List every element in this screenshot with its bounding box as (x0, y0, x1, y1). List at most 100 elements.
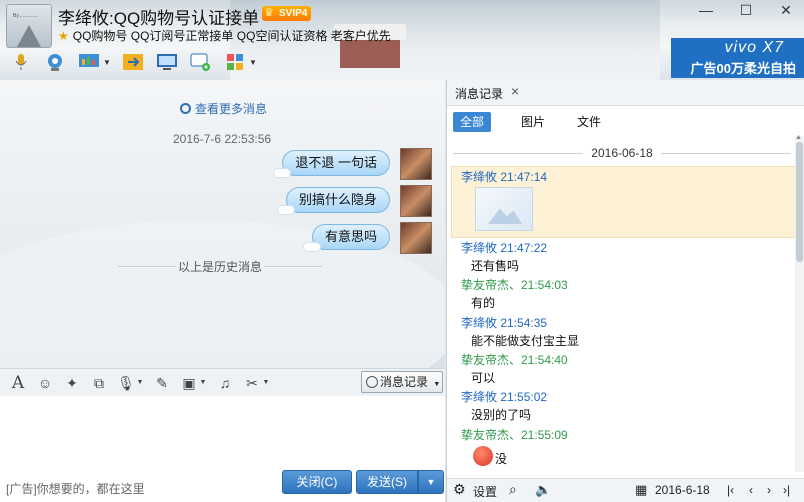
user-avatar[interactable] (400, 222, 432, 254)
user-avatar[interactable] (400, 148, 432, 180)
first-page-icon[interactable]: |‹ (727, 483, 734, 497)
file-transfer-icon[interactable] (120, 50, 146, 74)
chevron-down-icon: ▼ (433, 381, 441, 388)
avatar-caption: By.............. (13, 13, 38, 19)
gear-icon[interactable]: ⚙ (453, 481, 466, 498)
video-call-icon[interactable] (42, 50, 68, 74)
message-input[interactable]: [广告]你想要的，都在这里 关闭(C) 发送(S) ▼ (0, 396, 445, 502)
chevron-down-icon[interactable]: ▼ (262, 374, 270, 392)
history-date-divider: 2016-06-18 (447, 146, 797, 160)
contact-name[interactable]: 李绛攸:QQ购物号认证接单 (58, 4, 259, 29)
history-footer: ⚙ 设置 ⌕ 🔈 ▦ 2016-6-18 |‹ ‹ › ›| (447, 478, 804, 502)
history-message-text: 还有售吗 (471, 259, 520, 273)
call-toolbar: ▼ ▼ (0, 48, 258, 76)
apps-icon[interactable] (222, 50, 248, 74)
history-date-value[interactable]: 2016-6-18 (655, 483, 710, 497)
chevron-down-icon[interactable]: ▼ (136, 374, 144, 392)
contact-avatar[interactable]: By.............. (6, 4, 52, 48)
screenshot-icon[interactable]: ⧉ (90, 374, 108, 392)
close-icon[interactable]: × (511, 83, 519, 99)
clock-icon (366, 376, 378, 388)
message-record-button[interactable]: 消息记录 ▼ (361, 371, 443, 393)
emoji-icon[interactable]: ☺ (36, 374, 54, 392)
history-message-text: 能不能做支付宝主显 (471, 334, 580, 348)
view-more-label: 查看更多消息 (195, 102, 268, 116)
input-ad-text[interactable]: [广告]你想要的，都在这里 (6, 480, 145, 497)
crown-icon: ♛ (264, 7, 274, 19)
user-avatar[interactable] (400, 185, 432, 217)
message-record-label: 消息记录 (380, 375, 429, 389)
remote-desktop-icon[interactable] (154, 50, 180, 74)
speaker-icon[interactable]: 🔈 (535, 482, 551, 498)
music-icon[interactable]: ♫ (216, 374, 234, 392)
settings-link[interactable]: 设置 (473, 483, 497, 500)
send-button[interactable]: 发送(S) (356, 470, 418, 494)
calendar-icon[interactable]: ▦ (635, 482, 647, 498)
image-placeholder-icon[interactable] (475, 187, 533, 231)
chat-bubble[interactable]: 别搞什么隐身 (276, 187, 390, 215)
image-icon[interactable]: ▣ (180, 374, 198, 392)
history-tab-bar: 消息记录 × (447, 80, 804, 106)
screen-share-icon[interactable] (76, 50, 102, 74)
next-page-icon[interactable]: › (767, 483, 771, 497)
chevron-down-icon[interactable]: ▼ (199, 374, 207, 392)
voice-message-icon[interactable]: 🎙 (117, 374, 135, 392)
history-divider: 以上是历史消息 (110, 258, 330, 275)
svip-badge[interactable]: ♛ SVIP4 (262, 6, 312, 21)
history-sender: 李绛攸 21:47:22 (461, 241, 548, 255)
ad-banner[interactable]: vivo X7 广告00万柔光自拍 (671, 38, 804, 78)
search-icon[interactable]: ⌕ (509, 481, 517, 498)
chat-bubble-text: 退不退 一句话 (295, 155, 377, 170)
chevron-down-icon[interactable]: ▼ (102, 50, 112, 74)
microphone-icon[interactable] (8, 50, 34, 74)
contact-signature: ★ QQ购物号 QQ订阅号正常接单 QQ空间认证资格 老客户优先 (58, 27, 391, 44)
minimize-button[interactable]: — (690, 0, 722, 22)
maximize-button[interactable]: ☐ (730, 0, 762, 22)
angry-emoji-icon (473, 446, 493, 466)
bubble-decoration (273, 168, 292, 178)
window-header: By.............. 李绛攸:QQ购物号认证接单 ♛ SVIP4 ★… (0, 0, 804, 80)
ad-brand: vivo X7 (724, 39, 784, 56)
signature-text: QQ购物号 QQ订阅号正常接单 QQ空间认证资格 老客户优先 (72, 29, 391, 43)
last-page-icon[interactable]: ›| (783, 483, 790, 497)
previous-page-icon[interactable]: ‹ (749, 483, 753, 497)
close-window-button[interactable]: ✕ (770, 0, 802, 22)
filter-all[interactable]: 全部 (453, 112, 492, 132)
history-scrollbar[interactable]: ▲ (795, 134, 804, 472)
new-chat-icon[interactable] (188, 50, 214, 74)
input-toolbar: A ☺ ✦ ⧉ 🎙 ▼ ✎ ▣ ▼ ♫ ✂ ▼ 消息记录 ▼ (0, 368, 445, 396)
font-icon[interactable]: A (9, 374, 27, 392)
chat-bubble-text: 别搞什么隐身 (298, 192, 377, 207)
close-button[interactable]: 关闭(C) (282, 470, 352, 494)
clock-icon (180, 103, 191, 114)
tab-message-history[interactable]: 消息记录 (455, 85, 503, 102)
filter-images[interactable]: 图片 (515, 112, 551, 132)
history-sender: 挚友帝杰、21:54:40 (461, 353, 568, 367)
chat-message-area[interactable]: 查看更多消息 2016-7-6 22:53:56 退不退 一句话 别搞什么隐身 … (0, 80, 445, 368)
chat-bubble[interactable]: 有意思吗 (302, 224, 390, 252)
edit-icon[interactable]: ✎ (153, 374, 171, 392)
scissors-icon[interactable]: ✂ (243, 374, 261, 392)
history-sender: 李绛攸 21:47:14 (461, 170, 548, 184)
svip-label: SVIP4 (279, 8, 308, 19)
chat-bubble[interactable]: 退不退 一句话 (273, 150, 390, 178)
history-filters: 全部 图片 文件 (447, 106, 804, 136)
send-options-button[interactable]: ▼ (418, 470, 444, 494)
view-more-messages-link[interactable]: 查看更多消息 (180, 100, 267, 117)
history-message-text: 没别的了吗 (471, 408, 532, 422)
history-message-text: 可以 (471, 371, 496, 385)
history-sender: 李绛攸 21:55:02 (461, 390, 548, 404)
filter-files[interactable]: 文件 (571, 112, 607, 132)
chat-bubble-text: 有意思吗 (324, 229, 377, 244)
star-icon: ★ (58, 29, 69, 43)
history-sender: 挚友帝杰、21:55:09 (461, 428, 568, 442)
shake-icon[interactable]: ✦ (63, 374, 81, 392)
ad-slogan: 广告00万柔光自拍 (690, 61, 796, 76)
avatar-image (17, 25, 41, 47)
bubble-decoration (302, 242, 321, 252)
message-history-panel: 消息记录 × 全部 图片 文件 2016-06-18 李绛攸 21:47:14 … (446, 80, 804, 502)
history-message-text: 没 (495, 452, 508, 466)
scroll-up-icon[interactable]: ▲ (795, 134, 802, 141)
scrollbar-thumb[interactable] (796, 142, 803, 262)
chevron-down-icon[interactable]: ▼ (248, 50, 258, 74)
